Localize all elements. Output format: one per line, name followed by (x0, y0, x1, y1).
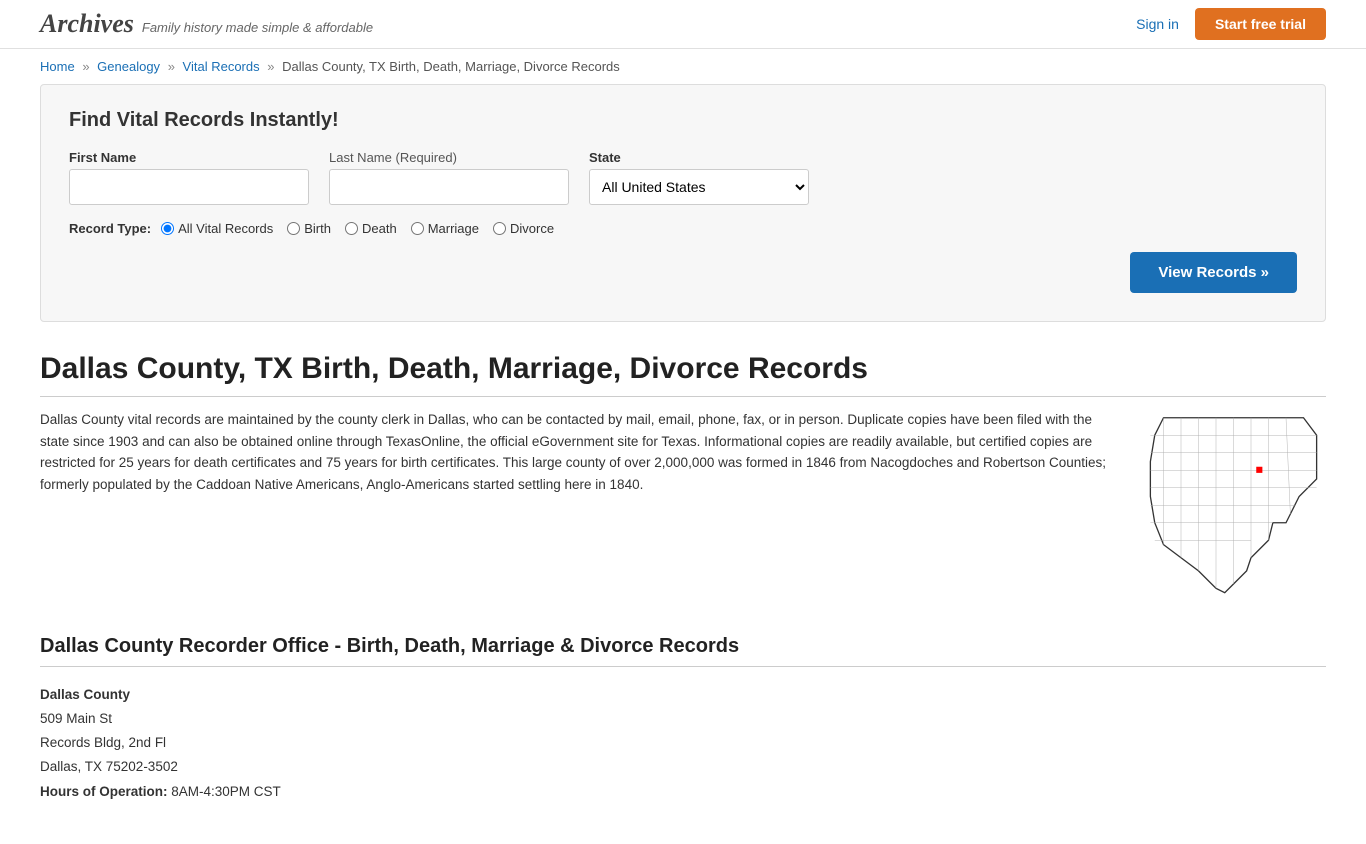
start-trial-button[interactable]: Start free trial (1195, 8, 1326, 40)
radio-all-vital[interactable] (161, 222, 174, 235)
recorder-title: Dallas County Recorder Office - Birth, D… (40, 635, 1326, 667)
breadcrumb-genealogy[interactable]: Genealogy (97, 59, 160, 74)
record-type-birth[interactable]: Birth (287, 221, 331, 236)
texas-map (1146, 409, 1326, 605)
texas-map-svg (1146, 409, 1321, 602)
breadcrumb-sep-2: » (168, 59, 175, 74)
record-type-marriage[interactable]: Marriage (411, 221, 479, 236)
state-select[interactable]: All United States (589, 169, 809, 205)
breadcrumb-vital-records[interactable]: Vital Records (183, 59, 260, 74)
office-name: Dallas County (40, 683, 1326, 707)
hours-value: 8AM-4:30PM CST (171, 784, 281, 799)
header-tagline: Family history made simple & affordable (142, 20, 373, 35)
search-fields: First Name Last Name (Required) State Al… (69, 150, 1297, 205)
header-actions: Sign in Start free trial (1136, 8, 1326, 40)
address3: Dallas, TX 75202-3502 (40, 759, 178, 774)
record-type-divorce[interactable]: Divorce (493, 221, 554, 236)
search-box: Find Vital Records Instantly! First Name… (40, 84, 1326, 322)
breadcrumb-sep-1: » (82, 59, 89, 74)
page-title: Dallas County, TX Birth, Death, Marriage… (40, 352, 1326, 397)
radio-death[interactable] (345, 222, 358, 235)
first-name-group: First Name (69, 150, 309, 205)
content-with-map: Dallas County vital records are maintain… (40, 409, 1326, 605)
record-type-all-vital[interactable]: All Vital Records (161, 221, 273, 236)
last-name-input[interactable] (329, 169, 569, 205)
last-name-label: Last Name (Required) (329, 150, 569, 165)
search-actions: View Records » (69, 252, 1297, 293)
first-name-label: First Name (69, 150, 309, 165)
logo-area: Archives Family history made simple & af… (40, 9, 373, 39)
state-label: State (589, 150, 809, 165)
first-name-input[interactable] (69, 169, 309, 205)
site-header: Archives Family history made simple & af… (0, 0, 1366, 49)
last-name-group: Last Name (Required) (329, 150, 569, 205)
address2: Records Bldg, 2nd Fl (40, 735, 166, 750)
search-title: Find Vital Records Instantly! (69, 109, 1297, 132)
sign-in-link[interactable]: Sign in (1136, 16, 1179, 32)
breadcrumb-home[interactable]: Home (40, 59, 75, 74)
view-records-button[interactable]: View Records » (1130, 252, 1297, 293)
office-info: Dallas County 509 Main St Records Bldg, … (40, 683, 1326, 804)
breadcrumb-current: Dallas County, TX Birth, Death, Marriage… (282, 59, 620, 74)
dallas-marker (1256, 467, 1262, 473)
main-content: Dallas County, TX Birth, Death, Marriage… (0, 342, 1366, 844)
record-type-row: Record Type: All Vital Records Birth Dea… (69, 221, 1297, 236)
radio-divorce[interactable] (493, 222, 506, 235)
hours-label: Hours of Operation: (40, 784, 168, 799)
radio-birth[interactable] (287, 222, 300, 235)
radio-marriage[interactable] (411, 222, 424, 235)
state-group: State All United States (589, 150, 809, 205)
breadcrumb-sep-3: » (267, 59, 274, 74)
record-type-death[interactable]: Death (345, 221, 397, 236)
site-logo: Archives (40, 9, 134, 39)
content-text: Dallas County vital records are maintain… (40, 409, 1116, 605)
address1: 509 Main St (40, 711, 112, 726)
breadcrumb: Home » Genealogy » Vital Records » Dalla… (0, 49, 1366, 84)
record-type-label: Record Type: (69, 221, 151, 236)
